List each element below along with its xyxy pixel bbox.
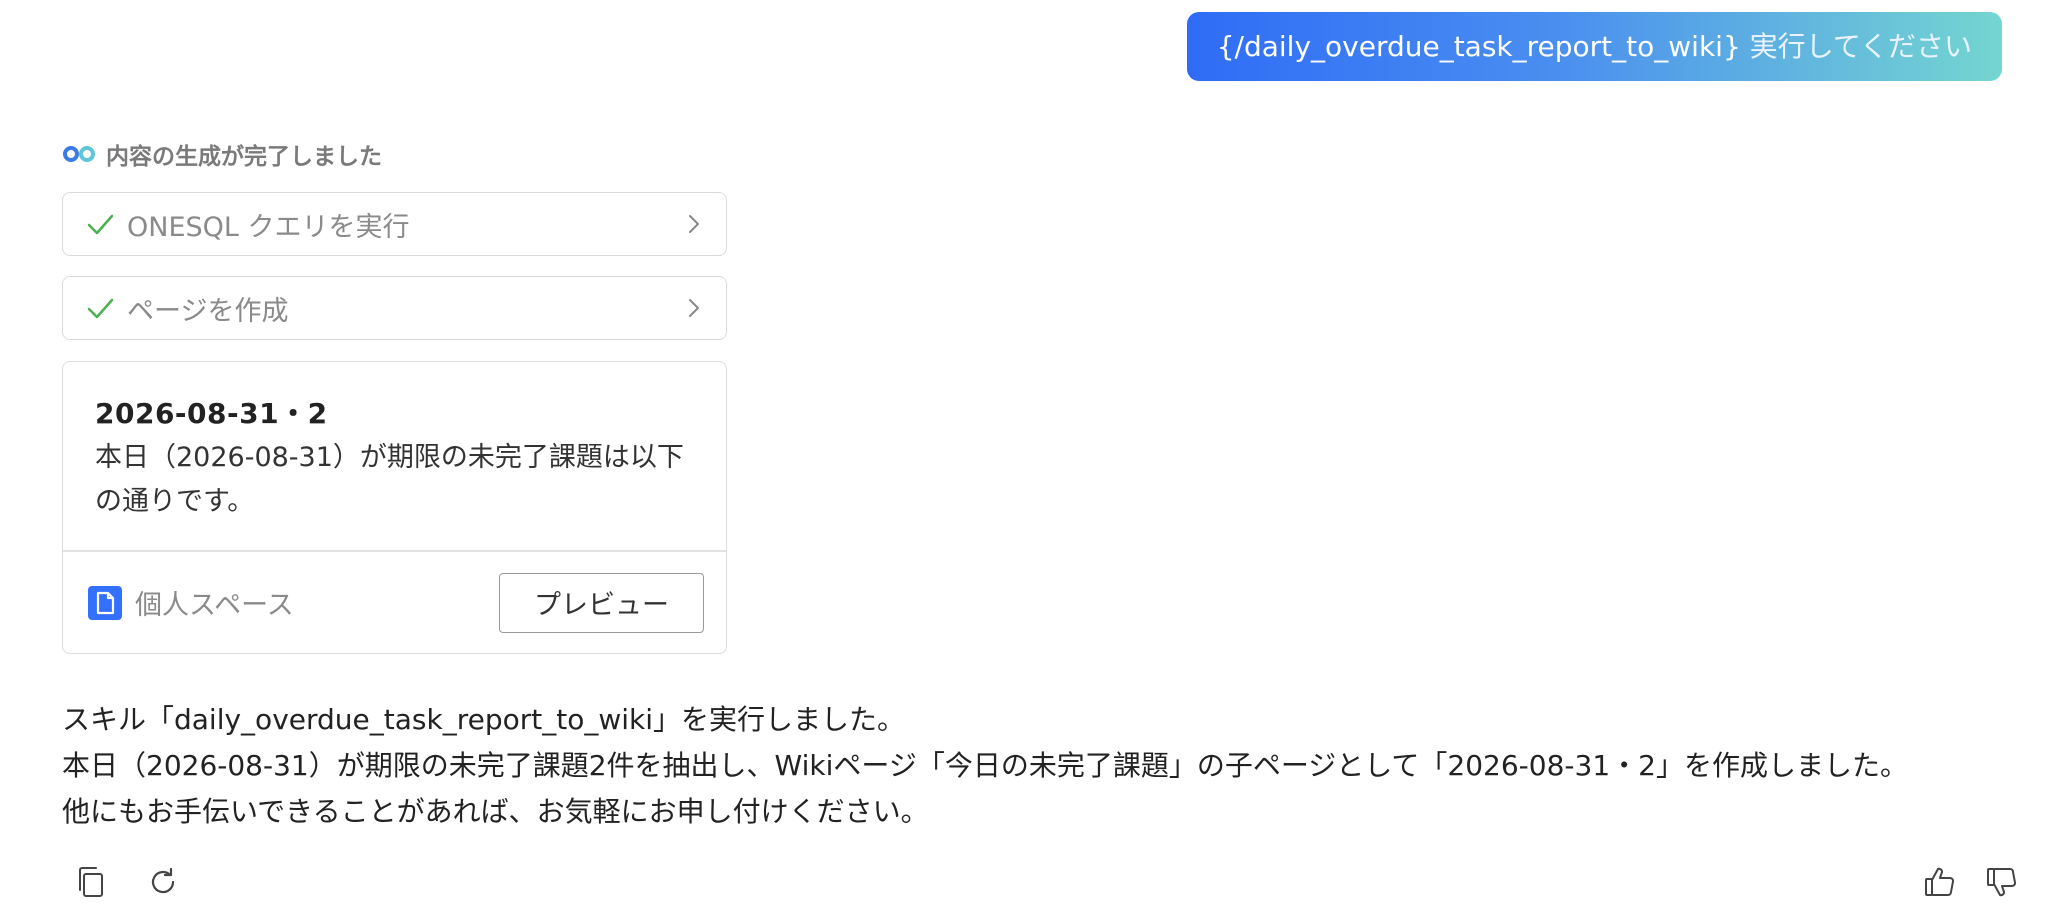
- space-label: 個人スペース: [135, 590, 294, 621]
- chevron-right-icon: [689, 299, 699, 317]
- regenerate-icon[interactable]: [145, 864, 181, 900]
- card-body: 2026-08-31・2 本日（2026-08-31）が期限の未完了課題は以下の…: [63, 362, 726, 550]
- user-command: {/daily_overdue_task_report_to_wiki}: [1216, 30, 1741, 63]
- chat-page: {/daily_overdue_task_report_to_wiki} 実行し…: [0, 0, 2070, 924]
- step-create-page[interactable]: ページを作成: [62, 276, 727, 340]
- generation-status-text: 内容の生成が完了しました: [106, 144, 382, 170]
- user-message-bubble: {/daily_overdue_task_report_to_wiki} 実行し…: [1186, 12, 2002, 81]
- check-icon: [87, 298, 114, 319]
- step-label: ページを作成: [127, 295, 289, 327]
- reply-line: 本日（2026-08-31）が期限の未完了課題2件を抽出し、Wikiページ「今日…: [62, 749, 1908, 782]
- wiki-page-card[interactable]: 2026-08-31・2 本日（2026-08-31）が期限の未完了課題は以下の…: [62, 361, 727, 654]
- preview-button[interactable]: プレビュー: [499, 572, 704, 633]
- user-message-text: 実行してください: [1740, 30, 1972, 63]
- page-title: 2026-08-31・2: [95, 397, 328, 430]
- thumbs-up-icon[interactable]: [1922, 864, 1958, 900]
- space-info: 個人スペース: [87, 583, 294, 622]
- step-label: ONESQL クエリを実行: [127, 211, 410, 243]
- card-footer: 個人スペース プレビュー: [63, 552, 726, 654]
- document-icon: [88, 585, 122, 620]
- infinity-logo-icon: [63, 146, 95, 162]
- reply-line: スキル「daily_overdue_task_report_to_wiki」を実…: [62, 703, 905, 736]
- page-description: 本日（2026-08-31）が期限の未完了課題は以下の通りです。: [95, 442, 684, 517]
- assistant-reply: スキル「daily_overdue_task_report_to_wiki」を実…: [62, 697, 1908, 835]
- step-run-query[interactable]: ONESQL クエリを実行: [62, 192, 727, 256]
- chevron-right-icon: [689, 215, 699, 233]
- check-icon: [87, 214, 114, 235]
- generation-status: 内容の生成が完了しました: [62, 137, 382, 171]
- copy-icon[interactable]: [74, 864, 110, 900]
- reply-line: 他にもお手伝いできることがあれば、お気軽にお申し付けください。: [62, 795, 929, 828]
- thumbs-down-icon[interactable]: [1984, 864, 2020, 900]
